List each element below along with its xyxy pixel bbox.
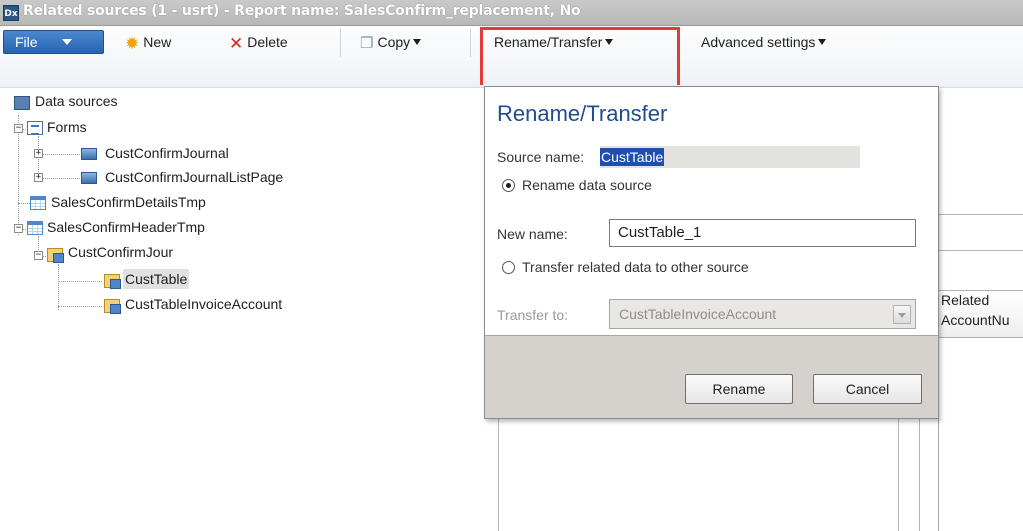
tree-node-data-sources[interactable]: Data sources bbox=[33, 91, 119, 111]
transfer-related-data-label[interactable]: Transfer related data to other source bbox=[522, 259, 749, 275]
table-icon bbox=[27, 221, 43, 235]
tree-node-table[interactable]: SalesConfirmDetailsTmp bbox=[49, 192, 208, 212]
tree-node-table[interactable]: CustConfirmJour bbox=[66, 242, 175, 262]
chevron-down-icon bbox=[62, 39, 72, 45]
rename-transfer-dialog: Rename/Transfer bbox=[484, 86, 939, 419]
tree-line bbox=[38, 154, 80, 155]
tree-node-label: SalesConfirmDetailsTmp bbox=[51, 194, 206, 210]
divider bbox=[498, 418, 499, 531]
toolbar-separator bbox=[470, 29, 471, 57]
file-menu-label: File bbox=[15, 34, 38, 50]
new-button-label: New bbox=[143, 34, 172, 50]
grid-frame bbox=[938, 214, 1023, 531]
tree-node-forms[interactable]: Forms bbox=[45, 117, 89, 137]
copy-icon: ❐ bbox=[360, 34, 374, 52]
form-icon bbox=[81, 148, 97, 160]
forms-icon bbox=[27, 121, 43, 135]
rename-button[interactable]: Rename bbox=[685, 374, 793, 404]
window-title: Related sources (1 - usrt) - Report name… bbox=[23, 3, 581, 19]
chevron-down-icon[interactable] bbox=[893, 305, 911, 324]
expand-icon[interactable]: + bbox=[34, 149, 43, 158]
form-icon bbox=[81, 172, 97, 184]
source-name-value: CustTable bbox=[600, 148, 665, 166]
cancel-button[interactable]: Cancel bbox=[813, 374, 922, 404]
tree-line bbox=[58, 306, 102, 307]
tree-node-form[interactable]: CustConfirmJournal bbox=[103, 143, 231, 163]
chevron-down-icon bbox=[413, 39, 422, 45]
advanced-settings-label: Advanced settings bbox=[701, 34, 816, 50]
rename-data-source-radio[interactable] bbox=[502, 179, 515, 192]
tree-node-label: SalesConfirmHeaderTmp bbox=[47, 219, 205, 235]
window-title-bar: Dx Related sources (1 - usrt) - Report n… bbox=[0, 0, 1023, 26]
tree-line bbox=[18, 203, 30, 204]
linked-table-icon bbox=[104, 299, 121, 314]
tree-node-label: Data sources bbox=[35, 93, 118, 109]
collapse-icon[interactable]: − bbox=[14, 124, 23, 133]
file-menu-button[interactable]: File bbox=[3, 30, 104, 54]
transfer-to-select[interactable]: CustTableInvoiceAccount bbox=[609, 299, 916, 329]
tree-line bbox=[18, 115, 19, 235]
source-name-label: Source name: bbox=[497, 149, 585, 165]
copy-button[interactable]: ❐ Copy bbox=[360, 30, 422, 54]
toolbar-separator bbox=[340, 29, 341, 57]
delete-button[interactable]: ✕ Delete bbox=[229, 30, 288, 54]
divider bbox=[919, 418, 920, 531]
tree-node-label: CustTable bbox=[123, 269, 190, 289]
new-star-icon: ✹ bbox=[125, 33, 140, 53]
tree-line bbox=[38, 178, 80, 179]
grid-column-header[interactable]: AccountNu bbox=[941, 312, 1009, 328]
transfer-to-value: CustTableInvoiceAccount bbox=[619, 306, 777, 322]
expand-icon[interactable]: + bbox=[34, 173, 43, 182]
table-icon bbox=[30, 196, 46, 210]
collapse-icon[interactable]: − bbox=[14, 224, 23, 233]
tree-node-label: CustConfirmJournal bbox=[105, 145, 229, 161]
tree-node-label: CustTableInvoiceAccount bbox=[125, 296, 283, 312]
dialog-title: Rename/Transfer bbox=[497, 101, 668, 126]
tree-line bbox=[58, 281, 102, 282]
new-button[interactable]: ✹ New bbox=[125, 30, 171, 54]
tree-node-label: CustConfirmJournalListPage bbox=[105, 169, 284, 185]
tree-node-table[interactable]: CustTableInvoiceAccount bbox=[123, 294, 284, 314]
transfer-to-label: Transfer to: bbox=[497, 307, 569, 323]
app-icon: Dx bbox=[3, 5, 19, 21]
divider bbox=[898, 418, 899, 531]
tree-node-label: CustConfirmJour bbox=[68, 244, 174, 260]
chevron-down-icon bbox=[818, 39, 827, 45]
tree-node-table[interactable]: SalesConfirmHeaderTmp bbox=[45, 217, 207, 237]
delete-x-icon: ✕ bbox=[229, 33, 244, 53]
linked-table-icon bbox=[104, 274, 121, 289]
source-name-field: CustTable bbox=[600, 146, 860, 168]
highlight-box bbox=[480, 27, 680, 85]
linked-table-icon bbox=[47, 248, 64, 263]
tree-node-cust-table[interactable]: CustTable bbox=[123, 269, 190, 289]
collapse-icon[interactable]: − bbox=[34, 251, 43, 260]
tree-node-label: Forms bbox=[47, 119, 87, 135]
grid-column-header[interactable]: Related bbox=[941, 292, 989, 308]
data-sources-icon bbox=[14, 96, 30, 110]
delete-button-label: Delete bbox=[247, 34, 288, 50]
tree-line bbox=[58, 264, 59, 310]
copy-button-label: Copy bbox=[377, 34, 411, 50]
transfer-related-data-radio[interactable] bbox=[502, 261, 515, 274]
new-name-label: New name: bbox=[497, 226, 568, 242]
rename-data-source-label[interactable]: Rename data source bbox=[522, 177, 652, 193]
advanced-settings-button[interactable]: Advanced settings bbox=[701, 30, 827, 54]
tree-node-form[interactable]: CustConfirmJournalListPage bbox=[103, 167, 285, 187]
new-name-input[interactable]: CustTable_1 bbox=[609, 219, 916, 247]
